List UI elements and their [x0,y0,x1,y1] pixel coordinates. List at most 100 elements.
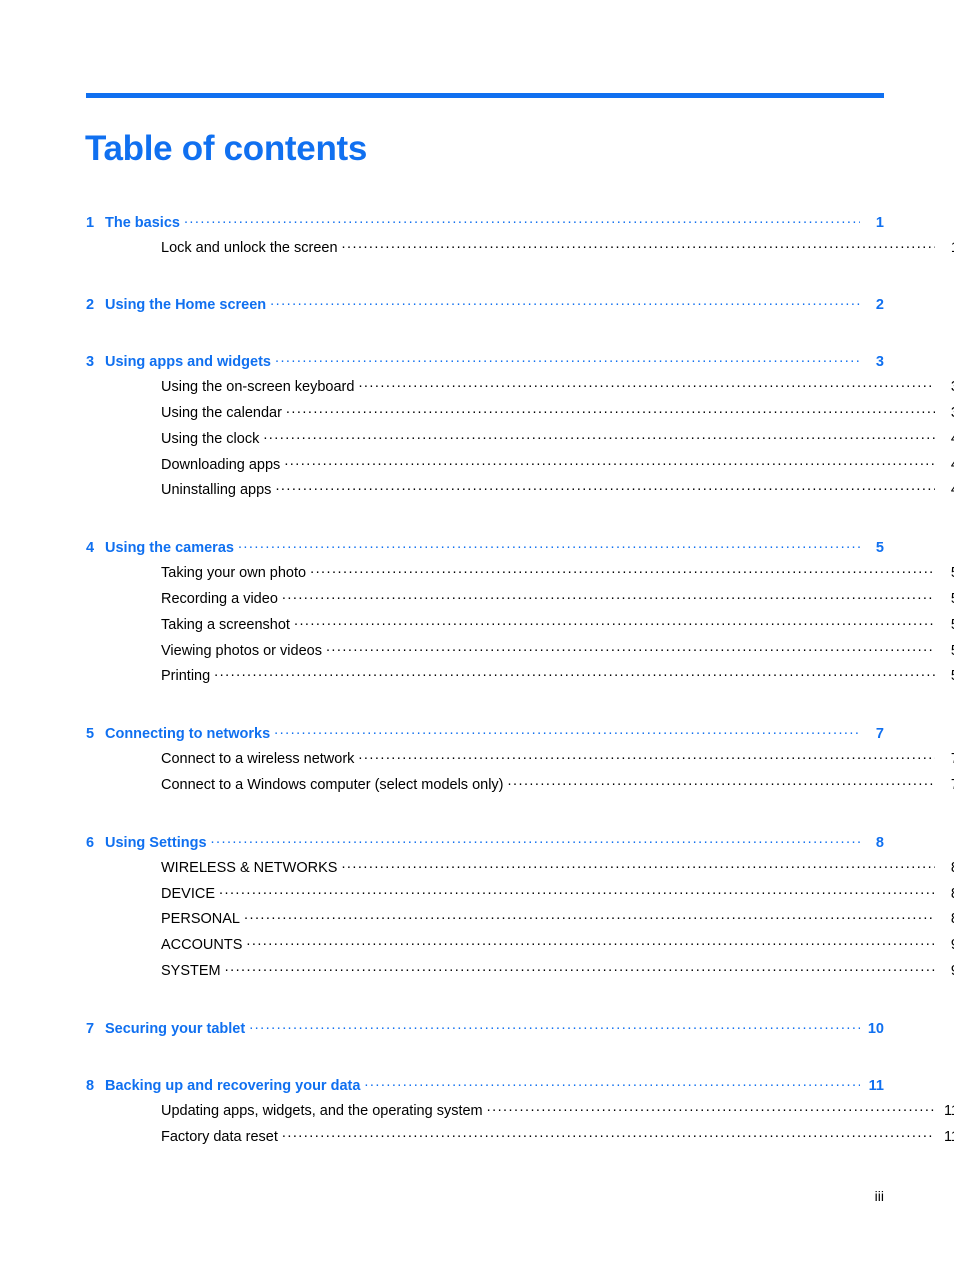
dot-leader-dots: ........................................… [364,1075,860,1090]
section-page-number: 5 [939,668,954,684]
section-page-number: 4 [939,457,954,473]
section-title: Connect to a Windows computer (select mo… [161,777,504,794]
dot-leader-dots: ........................................… [285,402,935,418]
toc-chapter-entry[interactable]: 4 Using the cameras......................… [86,538,884,563]
section-page-number: 5 [939,591,954,607]
dot-leader: ........................................… [274,724,860,739]
dot-leader-dots: ........................................… [249,1018,860,1033]
toc-chapter-entry[interactable]: 5 Connecting to networks.................… [86,724,884,749]
dot-leader-dots: ........................................… [341,857,935,872]
title-divider-rule [86,93,884,98]
toc-section-entry[interactable]: Printing................................… [86,666,954,692]
section-title: Using the calendar [161,405,282,422]
dot-leader: ........................................… [282,589,935,604]
chapter-spacer [86,320,884,352]
dot-leader-dots: ........................................… [210,832,860,847]
section-title: Connect to a wireless network [161,751,355,768]
dot-leader-dots: ........................................… [293,614,935,629]
section-page-number: 5 [939,643,954,659]
dot-leader-dots: ........................................… [183,212,860,227]
chapter-group: 4 Using the cameras......................… [86,538,954,692]
chapter-title: Using Settings [105,834,207,851]
dot-leader-dots: ........................................… [274,351,860,367]
dot-leader-dots: ........................................… [486,1100,935,1115]
toc-section-entry[interactable]: Viewing photos or videos................… [86,640,954,666]
toc-section-entry[interactable]: Updating apps, widgets, and the operatin… [86,1100,954,1126]
chapter-spacer [86,692,884,724]
dot-leader: ........................................… [286,403,935,418]
toc-section-entry[interactable]: Using the clock.........................… [86,428,954,454]
chapter-title: Backing up and recovering your data [105,1077,361,1094]
section-page-number: 7 [939,777,954,793]
toc-section-entry[interactable]: SYSTEM..................................… [86,961,954,987]
section-title: DEVICE [161,885,215,902]
dot-leader-dots: ........................................… [270,294,860,310]
dot-leader: ........................................… [364,1075,860,1090]
toc-section-entry[interactable]: Recording a video.......................… [86,589,954,615]
dot-leader-dots: ........................................… [224,960,935,976]
toc-chapter-entry[interactable]: 1 The basics.............................… [86,212,884,237]
toc-section-entry[interactable]: Lock and unlock the screen..............… [86,237,954,263]
toc-section-entry[interactable]: ACCOUNTS................................… [86,935,954,961]
section-title: Using the clock [161,430,260,447]
section-page-number: 9 [939,937,954,953]
chapter-number: 1 [86,214,95,231]
toc-chapter-entry[interactable]: 6 Using Settings.........................… [86,832,884,857]
dot-leader: ........................................… [211,832,860,847]
toc-chapter-entry[interactable]: 2 Using the Home screen..................… [86,295,884,320]
chapter-page-number: 3 [875,354,884,371]
dot-leader: ........................................… [246,935,935,950]
table-of-contents: 1 The basics.............................… [86,212,954,1152]
chapter-spacer [86,506,884,538]
toc-section-entry[interactable]: Uninstalling apps.......................… [86,480,954,506]
toc-section-entry[interactable]: Connect to a wireless network...........… [86,749,954,775]
toc-chapter-entry[interactable]: 3 Using apps and widgets.................… [86,352,884,377]
chapter-spacer [86,1043,884,1075]
toc-section-entry[interactable]: Downloading apps........................… [86,454,954,480]
dot-leader-dots: ........................................… [310,562,935,578]
dot-leader: ........................................… [263,428,935,443]
dot-leader-dots: ........................................… [284,454,935,469]
chapter-group: 7 Securing your tablet...................… [86,1018,884,1043]
dot-leader: ........................................… [270,295,860,310]
chapter-page-number: 2 [875,297,884,314]
section-page-number: 5 [939,617,954,633]
section-title: PERSONAL [161,911,240,928]
dot-leader: ........................................… [244,909,935,924]
section-title: Taking a screenshot [161,616,290,633]
dot-leader: ........................................… [282,1126,935,1141]
toc-section-entry[interactable]: Using the calendar......................… [86,403,954,429]
dot-leader: ........................................… [275,480,935,495]
dot-leader-dots: ........................................… [325,640,935,655]
section-title: Printing [161,668,211,685]
section-title: Updating apps, widgets, and the operatin… [161,1102,483,1119]
toc-section-entry[interactable]: PERSONAL................................… [86,909,954,935]
toc-section-entry[interactable]: Taking your own photo...................… [86,563,954,589]
chapter-number: 8 [86,1077,95,1094]
toc-section-entry[interactable]: Connect to a Windows computer (select mo… [86,775,954,801]
dot-leader-dots: ........................................… [507,774,935,790]
section-page-number: 9 [939,963,954,979]
toc-section-entry[interactable]: Using the on-screen keyboard............… [86,377,954,403]
section-title: Downloading apps [161,456,281,473]
toc-chapter-entry[interactable]: 7 Securing your tablet...................… [86,1018,884,1043]
toc-chapter-entry[interactable]: 8 Backing up and recovering your data....… [86,1075,884,1100]
dot-leader: ........................................… [342,237,935,252]
dot-leader-dots: ........................................… [246,934,935,950]
chapter-number: 6 [86,834,95,851]
toc-section-entry[interactable]: Factory data reset......................… [86,1126,954,1152]
dot-leader-dots: ........................................… [358,376,935,392]
dot-leader: ........................................… [184,212,860,227]
chapter-title: Securing your tablet [105,1020,246,1037]
toc-section-entry[interactable]: DEVICE..................................… [86,883,954,909]
dot-leader-dots: ........................................… [341,237,935,252]
toc-section-entry[interactable]: Taking a screenshot.....................… [86,614,954,640]
chapter-group: 6 Using Settings.........................… [86,832,954,986]
dot-leader: ........................................… [219,883,935,898]
chapter-title: Connecting to networks [105,726,271,743]
section-title: Factory data reset [161,1128,278,1145]
toc-section-entry[interactable]: WIRELESS & NETWORKS.....................… [86,857,954,883]
chapter-title: Using the Home screen [105,297,267,314]
chapter-title: Using apps and widgets [105,354,271,371]
section-title: WIRELESS & NETWORKS [161,859,338,876]
